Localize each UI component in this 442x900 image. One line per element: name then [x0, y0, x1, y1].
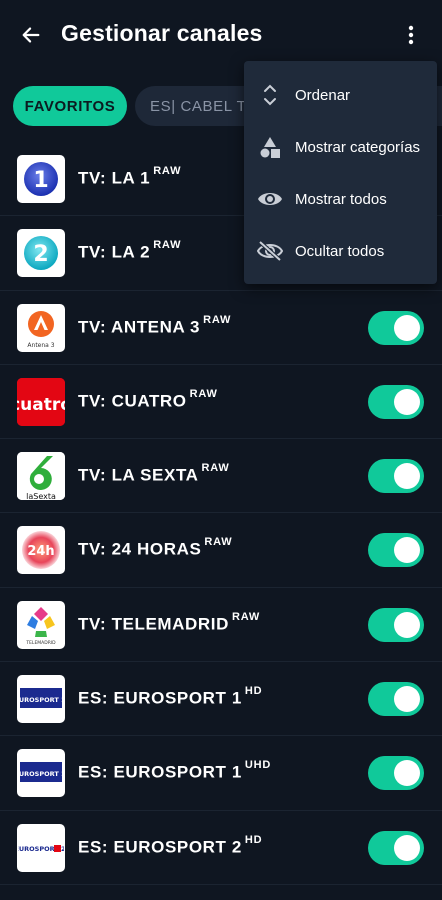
channel-toggle[interactable] [368, 756, 424, 791]
svg-text:cuatro: cuatro [17, 395, 65, 415]
svg-text:EUROSPORT 1: EUROSPORT 1 [18, 696, 64, 704]
cuatro-logo: cuatro [17, 377, 65, 426]
channel-name: TV: LA 1 RAW [78, 165, 182, 188]
channel-name: ES: EUROSPORT 1 HD [78, 685, 263, 708]
more-options-button[interactable] [398, 20, 424, 50]
channel-row[interactable]: Antena 3 TV: ANTENA 3 RAW [0, 291, 442, 365]
channel-row[interactable]: laSexta TV: LA SEXTA RAW [0, 439, 442, 514]
menu-item-ordenar[interactable]: Ordenar [244, 69, 437, 121]
menu-item-mostrar-todos[interactable]: Mostrar todos [244, 173, 437, 225]
telemadrid-logo: TELEMADRID [17, 600, 65, 649]
channel-toggle[interactable] [368, 830, 424, 865]
channel-toggle[interactable] [368, 533, 424, 568]
channel-name: TV: 24 HORAS RAW [78, 536, 233, 560]
channel-name: TV: TELEMADRID RAW [78, 610, 261, 634]
channel-name: TV: LA 2 RAW [78, 239, 182, 262]
quality-badge: RAW [153, 239, 182, 252]
channel-name: TV: LA SEXTA RAW [78, 462, 230, 485]
chip-favoritos[interactable]: FAVORITOS [13, 86, 127, 126]
svg-text:TELEMADRID: TELEMADRID [25, 640, 56, 646]
channel-row[interactable]: EUROSPORT 1 ES: EUROSPORT 1 UHD [0, 736, 442, 811]
channel-name: ES: EUROSPORT 1 UHD [78, 759, 272, 783]
quality-badge: HD [244, 685, 263, 698]
top-app-bar: Gestionar canales [0, 0, 442, 70]
menu-item-ocultar-todos[interactable]: Ocultar todos [244, 225, 437, 277]
la2-logo: 2 [17, 229, 65, 278]
channel-row[interactable]: 24h TV: 24 HORAS RAW [0, 513, 442, 588]
channel-toggle[interactable] [368, 607, 424, 642]
quality-badge: RAW [201, 462, 230, 475]
quality-badge: RAW [189, 387, 218, 400]
channel-row[interactable]: cuatro TV: CUATRORAW [0, 365, 442, 440]
back-button[interactable] [16, 20, 46, 50]
quality-badge: RAW [203, 313, 232, 326]
page-title: Gestionar canales [61, 20, 263, 46]
24horas-logo: 24h [17, 526, 65, 575]
eurosport1-logo: EUROSPORT 1 [17, 749, 65, 798]
channel-row[interactable]: EUROSPORT 1 ES: EUROSPORT 1 HD [0, 662, 442, 737]
more-vertical-icon [408, 25, 414, 45]
channel-name: TV: ANTENA 3 RAW [78, 313, 232, 337]
channel-name: ES: EUROSPORT 2 HD [78, 833, 263, 857]
svg-text:laSexta: laSexta [26, 492, 56, 500]
quality-badge: UHD [244, 759, 272, 772]
svg-text:EUROSPORT 1: EUROSPORT 1 [18, 770, 64, 778]
quality-badge: RAW [204, 536, 233, 549]
eurosport2-logo: EUROSPORT 2 [17, 823, 65, 872]
quality-badge: RAW [153, 165, 182, 177]
quality-badge: RAW [232, 610, 261, 623]
la1-logo: 1 [17, 155, 65, 203]
antena3-logo: Antena 3 [17, 303, 65, 352]
shapes-icon [256, 133, 284, 161]
channel-toggle[interactable] [368, 384, 424, 419]
eye-icon [256, 185, 284, 213]
channel-toggle[interactable] [368, 459, 424, 494]
eurosport1-logo: EUROSPORT 1 [17, 675, 65, 724]
channel-toggle[interactable] [368, 682, 424, 717]
eye-off-icon [256, 237, 284, 265]
channel-row[interactable]: EUROSPORT 2 ES: EUROSPORT 2 HD [0, 811, 442, 885]
overflow-menu: Ordenar Mostrar categorías Mostrar todos [244, 61, 437, 284]
svg-text:1: 1 [33, 168, 48, 193]
quality-badge: HD [244, 833, 263, 846]
lasexta-logo: laSexta [17, 452, 65, 501]
svg-text:Antena 3: Antena 3 [27, 342, 54, 349]
channel-row[interactable]: TELEMADRID TV: TELEMADRID RAW [0, 588, 442, 663]
arrow-left-icon [22, 27, 40, 43]
menu-item-mostrar-categorias[interactable]: Mostrar categorías [244, 121, 437, 173]
channel-toggle[interactable] [368, 310, 424, 345]
svg-text:2: 2 [33, 242, 48, 267]
svg-text:24h: 24h [27, 544, 54, 559]
sort-icon [256, 81, 284, 109]
channel-name: TV: CUATRO RAW [78, 387, 218, 411]
